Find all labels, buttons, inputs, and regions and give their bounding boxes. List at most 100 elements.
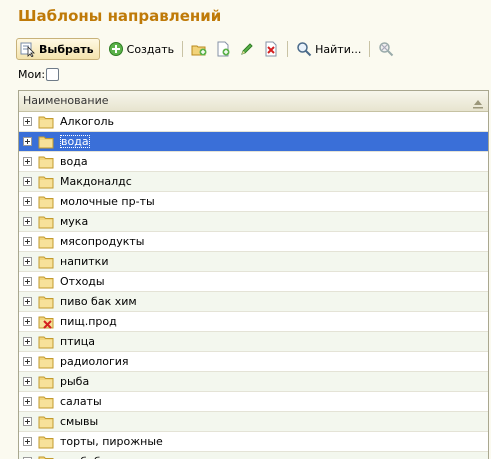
expand-icon[interactable] bbox=[23, 297, 32, 306]
row-label: птица bbox=[60, 335, 95, 348]
mine-filter: Мои: bbox=[18, 68, 60, 81]
table-row[interactable]: вода bbox=[19, 152, 488, 172]
expand-icon[interactable] bbox=[23, 217, 32, 226]
table-row[interactable]: вода bbox=[19, 132, 488, 152]
row-label: мука bbox=[60, 215, 89, 228]
table-row[interactable]: хлебобулоч., пироги bbox=[19, 452, 488, 459]
expand-icon[interactable] bbox=[23, 117, 32, 126]
cancel-search-icon bbox=[378, 41, 394, 57]
table-row[interactable]: Макдоналдс bbox=[19, 172, 488, 192]
folder-icon bbox=[38, 295, 54, 309]
toolbar-separator bbox=[369, 41, 371, 57]
expand-icon[interactable] bbox=[23, 197, 32, 206]
expand-icon[interactable] bbox=[23, 177, 32, 186]
add-icon bbox=[108, 41, 124, 57]
expand-icon[interactable] bbox=[23, 257, 32, 266]
table-row[interactable]: мясопродукты bbox=[19, 232, 488, 252]
expand-icon[interactable] bbox=[23, 277, 32, 286]
cancel-search-button[interactable] bbox=[374, 38, 398, 60]
folder-icon bbox=[38, 335, 54, 349]
table-row[interactable]: напитки bbox=[19, 252, 488, 272]
find-label: Найти... bbox=[315, 42, 362, 56]
delete-button[interactable] bbox=[259, 38, 283, 60]
search-icon bbox=[296, 41, 312, 57]
table-row[interactable]: Отходы bbox=[19, 272, 488, 292]
folder-icon bbox=[38, 255, 54, 269]
expand-icon[interactable] bbox=[23, 397, 32, 406]
table-row[interactable]: молочные пр-ты bbox=[19, 192, 488, 212]
select-button[interactable]: Выбрать bbox=[16, 38, 100, 60]
delete-icon bbox=[263, 41, 279, 57]
folder-deleted-icon bbox=[38, 315, 54, 329]
folder-icon bbox=[38, 455, 54, 459]
row-label: Алкоголь bbox=[60, 115, 114, 128]
templates-table: Наименование Алкоголь вода вода Макдоналдс м… bbox=[18, 90, 489, 459]
toolbar-separator bbox=[287, 41, 289, 57]
row-label: вода bbox=[60, 155, 88, 168]
copy-icon bbox=[215, 41, 231, 57]
pencil-icon bbox=[239, 41, 255, 57]
row-label: торты, пирожные bbox=[60, 435, 163, 448]
folder-icon bbox=[38, 215, 54, 229]
row-label: напитки bbox=[60, 255, 109, 268]
mine-checkbox[interactable] bbox=[46, 68, 60, 81]
expand-icon[interactable] bbox=[23, 157, 32, 166]
find-button[interactable]: Найти... bbox=[292, 38, 365, 60]
folder-icon bbox=[38, 275, 54, 289]
expand-icon[interactable] bbox=[23, 317, 32, 326]
copy-button[interactable] bbox=[211, 38, 235, 60]
create-label: Создать bbox=[126, 42, 175, 56]
folder-icon bbox=[38, 235, 54, 249]
toolbar: Выбрать Создать Найти... bbox=[16, 38, 486, 60]
create-folder-button[interactable] bbox=[187, 38, 211, 60]
row-label: вода bbox=[60, 135, 90, 148]
sort-icon bbox=[472, 96, 484, 109]
row-label: мясопродукты bbox=[60, 235, 145, 248]
row-label: радиология bbox=[60, 355, 129, 368]
folder-icon bbox=[38, 395, 54, 409]
column-header-label: Наименование bbox=[23, 94, 109, 107]
folder-icon bbox=[38, 415, 54, 429]
expand-icon[interactable] bbox=[23, 417, 32, 426]
new-folder-icon bbox=[191, 41, 207, 57]
edit-button[interactable] bbox=[235, 38, 259, 60]
folder-icon bbox=[38, 135, 54, 149]
folder-icon bbox=[38, 195, 54, 209]
page-title: Шаблоны направлений bbox=[18, 7, 222, 25]
table-row[interactable]: рыба bbox=[19, 372, 488, 392]
folder-icon bbox=[38, 375, 54, 389]
table-row[interactable]: салаты bbox=[19, 392, 488, 412]
folder-icon bbox=[38, 435, 54, 449]
column-header-name[interactable]: Наименование bbox=[19, 91, 488, 112]
mine-label: Мои: bbox=[18, 68, 46, 81]
row-label: молочные пр-ты bbox=[60, 195, 155, 208]
row-label: салаты bbox=[60, 395, 102, 408]
expand-icon[interactable] bbox=[23, 357, 32, 366]
expand-icon[interactable] bbox=[23, 237, 32, 246]
table-row[interactable]: мука bbox=[19, 212, 488, 232]
row-label: пищ.прод bbox=[60, 315, 117, 328]
folder-icon bbox=[38, 155, 54, 169]
expand-icon[interactable] bbox=[23, 437, 32, 446]
create-button[interactable]: Создать bbox=[104, 38, 179, 60]
expand-icon[interactable] bbox=[23, 337, 32, 346]
table-row[interactable]: пищ.прод bbox=[19, 312, 488, 332]
select-label: Выбрать bbox=[39, 42, 94, 56]
row-label: рыба bbox=[60, 375, 90, 388]
toolbar-separator bbox=[182, 41, 184, 57]
table-row[interactable]: смывы bbox=[19, 412, 488, 432]
expand-icon[interactable] bbox=[23, 377, 32, 386]
expand-icon[interactable] bbox=[23, 137, 32, 146]
table-row[interactable]: Алкоголь bbox=[19, 112, 488, 132]
select-icon bbox=[20, 41, 36, 57]
row-label: Отходы bbox=[60, 275, 105, 288]
row-label: пиво бак хим bbox=[60, 295, 137, 308]
folder-icon bbox=[38, 115, 54, 129]
folder-icon bbox=[38, 175, 54, 189]
table-row[interactable]: радиология bbox=[19, 352, 488, 372]
table-body: Алкоголь вода вода Макдоналдс молочные пр-ты… bbox=[19, 112, 488, 459]
table-row[interactable]: птица bbox=[19, 332, 488, 352]
row-label: хлебобулоч., пироги bbox=[60, 455, 179, 459]
table-row[interactable]: торты, пирожные bbox=[19, 432, 488, 452]
table-row[interactable]: пиво бак хим bbox=[19, 292, 488, 312]
